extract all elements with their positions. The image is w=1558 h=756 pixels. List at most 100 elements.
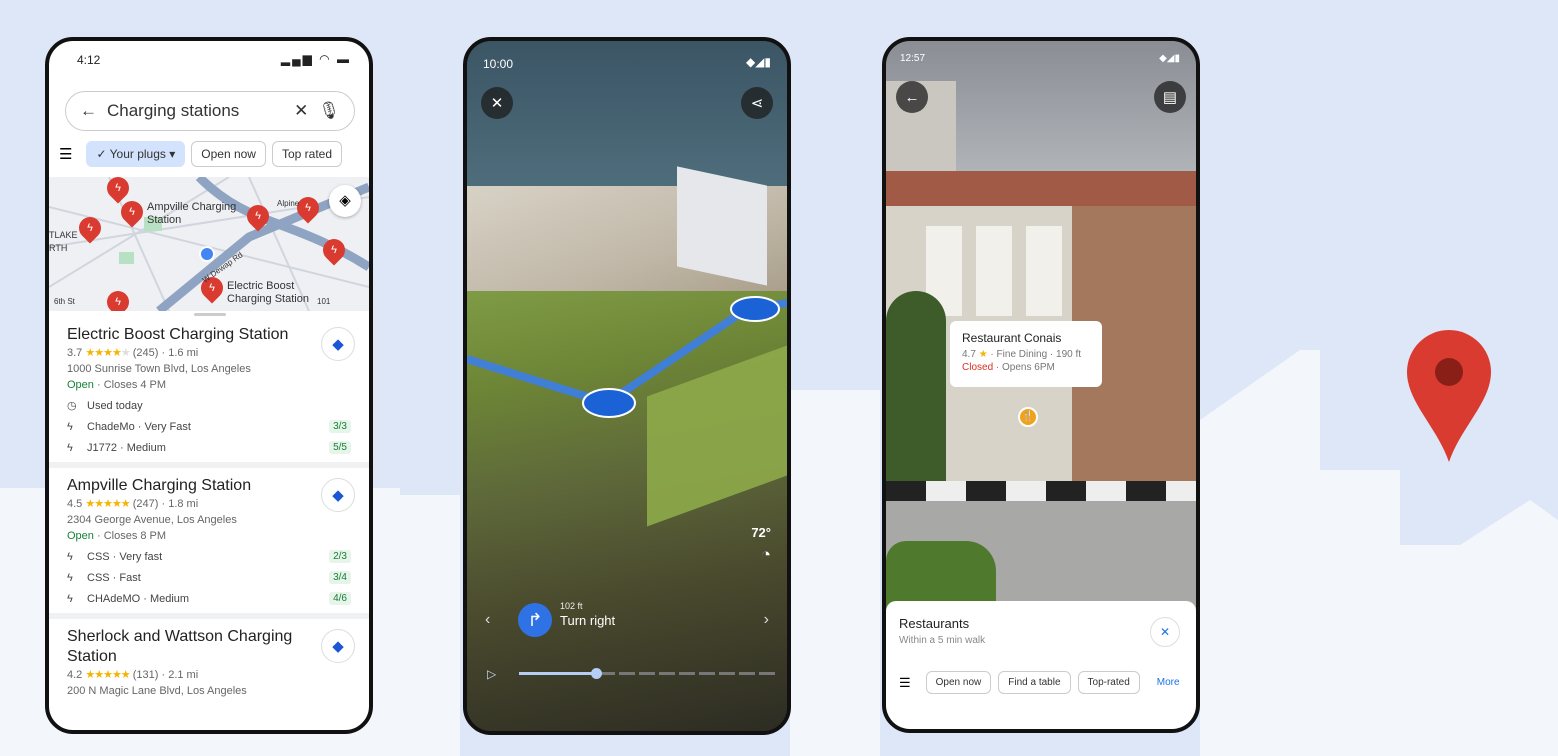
station-name[interactable]: Electric Boost Charging Station bbox=[67, 325, 307, 345]
bolt-icon: ϟ bbox=[67, 441, 73, 454]
tune-icon[interactable]: ☰ bbox=[59, 145, 72, 163]
chip-your-plugs[interactable]: ✓ Your plugs ▾ bbox=[86, 141, 186, 167]
feedback-icon[interactable]: ▤ bbox=[1154, 81, 1186, 113]
close-icon[interactable]: ✕ bbox=[1150, 617, 1180, 647]
chip-top-rated[interactable]: Top rated bbox=[271, 141, 343, 167]
close-icon[interactable]: ✕ bbox=[481, 87, 513, 119]
phone-charging-stations: 4:12 ▂▄▆ ◠ ▬ ← Charging stations ✕ 🎙 ☰ ✓… bbox=[45, 37, 373, 734]
rating-row: 4.5 ★★★★★ (247) · 1.8 mi bbox=[67, 498, 199, 510]
rating: 4.5 bbox=[67, 498, 83, 510]
bolt-icon: ϟ bbox=[67, 550, 73, 563]
result-card[interactable]: Sherlock and Wattson Charging Station 4.… bbox=[49, 619, 369, 703]
mic-icon[interactable]: 🎙 bbox=[318, 101, 340, 121]
arrow-left-icon[interactable]: ← bbox=[896, 81, 928, 113]
open-status: Open bbox=[67, 530, 94, 542]
availability-badge: 3/4 bbox=[329, 571, 351, 584]
next-step-button[interactable]: › bbox=[764, 611, 769, 629]
station-name[interactable]: Ampville Charging Station bbox=[67, 476, 307, 496]
charging-pin[interactable]: ϟ bbox=[116, 196, 148, 228]
plug-row: ϟ J1772 · Medium 5/5 bbox=[67, 437, 351, 458]
map-view[interactable]: ϟ ϟ ϟ ϟ ϟ ϟ ϟ ϟ Ampville Charging Statio… bbox=[49, 177, 369, 311]
chip-open-now[interactable]: Open now bbox=[925, 671, 992, 694]
roof-imagery bbox=[886, 171, 1196, 211]
filter-chips: ☰ ✓ Your plugs ▾ Open now Top rated bbox=[59, 141, 343, 167]
previous-step-button[interactable]: ‹ bbox=[485, 611, 490, 629]
station-name[interactable]: Sherlock and Wattson Charging Station bbox=[67, 627, 307, 667]
chip-label: Your plugs bbox=[109, 147, 166, 161]
map-label: 101 bbox=[317, 297, 331, 306]
search-bar[interactable]: ← Charging stations ✕ 🎙 bbox=[65, 91, 355, 131]
opens-time: Opens 6PM bbox=[1002, 362, 1055, 373]
star-icon: ★ bbox=[978, 349, 988, 360]
restaurant-icon[interactable]: 🍴 bbox=[1018, 407, 1038, 427]
result-card[interactable]: Ampville Charging Station 4.5 ★★★★★ (247… bbox=[49, 468, 369, 619]
layers-icon[interactable]: ◈ bbox=[329, 185, 361, 217]
place-distance: 190 ft bbox=[1056, 349, 1082, 360]
distance: 2.1 mi bbox=[168, 669, 199, 681]
plug-row: ϟ CSS · Fast 3/4 bbox=[67, 567, 351, 588]
distance: 1.6 mi bbox=[168, 347, 199, 359]
address: 1000 Sunrise Town Blvd, Los Angeles bbox=[67, 363, 251, 375]
tree-imagery bbox=[886, 291, 946, 481]
availability-badge: 3/3 bbox=[329, 420, 351, 433]
availability-badge: 4/6 bbox=[329, 592, 351, 605]
map-label: Alpine bbox=[277, 199, 300, 208]
chip-open-now[interactable]: Open now bbox=[191, 141, 266, 167]
directions-button[interactable]: ◆ bbox=[321, 327, 355, 361]
chip-find-a-table[interactable]: Find a table bbox=[998, 671, 1071, 694]
plug-row: ϟ CSS · Very fast 2/3 bbox=[67, 546, 351, 567]
closing-time: Closes 4 PM bbox=[103, 379, 167, 391]
tune-icon[interactable]: ☰ bbox=[899, 675, 911, 691]
stars-icon: ★★★★★ bbox=[85, 498, 130, 510]
windows-imagery bbox=[926, 226, 1066, 316]
status-time: 12:57 bbox=[900, 53, 926, 64]
clock-icon: ◷ bbox=[67, 400, 77, 412]
open-status: Open bbox=[67, 379, 94, 391]
stars-icon: ★★★★★ bbox=[85, 669, 130, 681]
place-rating: 4.7 bbox=[962, 349, 976, 360]
directions-button[interactable]: ◆ bbox=[321, 629, 355, 663]
results-list: Electric Boost Charging Station 3.7 ★★★★… bbox=[49, 317, 369, 703]
search-input[interactable]: Charging stations bbox=[107, 101, 284, 121]
map-label: TLAKE RTH bbox=[49, 230, 78, 253]
bolt-icon: ϟ bbox=[67, 420, 73, 433]
result-card[interactable]: Electric Boost Charging Station 3.7 ★★★★… bbox=[49, 317, 369, 468]
place-name: Restaurant Conais bbox=[962, 331, 1062, 345]
map-pin-icon bbox=[1407, 330, 1491, 462]
status-time: 10:00 bbox=[483, 57, 514, 71]
review-count: (247) bbox=[132, 498, 159, 510]
status-time: 4:12 bbox=[77, 53, 101, 67]
hours: Open · Closes 8 PM bbox=[67, 530, 167, 542]
phone-street-view: 12:57 ◆◢▮ ← ▤ Restaurant Conais 4.7 ★ · … bbox=[882, 37, 1200, 733]
place-callout[interactable]: Restaurant Conais 4.7 ★ · Fine Dining · … bbox=[950, 321, 1102, 387]
plug-row: ϟ CHAdeMO · Medium 4/6 bbox=[67, 588, 351, 609]
phone-immersive-view: 10:00 ◆◢▮ ✕ ⋖ 72° ◔ ‹ › ↱ 102 ft Turn ri… bbox=[463, 37, 791, 735]
place-category: Fine Dining bbox=[996, 349, 1048, 360]
place-meta: 4.7 ★ · Fine Dining · 190 ft bbox=[962, 349, 1082, 360]
directions-button[interactable]: ◆ bbox=[321, 478, 355, 512]
map-label: Ampville Charging Station bbox=[147, 201, 237, 226]
drag-handle[interactable] bbox=[194, 313, 226, 316]
charging-pin[interactable]: ϟ bbox=[318, 234, 350, 266]
status-icons: ◆◢▮ bbox=[745, 55, 771, 69]
more-link[interactable]: More bbox=[1157, 677, 1180, 688]
close-icon[interactable]: ✕ bbox=[294, 101, 308, 121]
step-distance: 102 ft bbox=[560, 601, 583, 611]
charging-pin[interactable]: ϟ bbox=[102, 286, 134, 311]
distance: 1.8 mi bbox=[168, 498, 199, 510]
rating-row: 3.7 ★★★★★ (245) · 1.6 mi bbox=[67, 347, 199, 359]
availability-badge: 2/3 bbox=[329, 550, 351, 563]
bolt-icon: ϟ bbox=[67, 571, 73, 584]
map-label: 6th St bbox=[54, 297, 75, 306]
turn-right-icon: ↱ bbox=[518, 603, 552, 637]
clock-icon[interactable]: ◔ bbox=[761, 545, 771, 565]
address: 2304 George Avenue, Los Angeles bbox=[67, 514, 237, 526]
availability-badge: 5/5 bbox=[329, 441, 351, 454]
share-icon[interactable]: ⋖ bbox=[741, 87, 773, 119]
chip-top-rated[interactable]: Top-rated bbox=[1077, 671, 1140, 694]
restaurants-sheet: Restaurants Within a 5 min walk ✕ ☰ Open… bbox=[886, 601, 1196, 729]
plug-type: CSS · Very fast bbox=[87, 550, 163, 563]
play-icon[interactable]: ▷ bbox=[487, 667, 496, 681]
arrow-left-icon[interactable]: ← bbox=[80, 101, 97, 121]
rating-row: 4.2 ★★★★★ (131) · 2.1 mi bbox=[67, 669, 199, 681]
